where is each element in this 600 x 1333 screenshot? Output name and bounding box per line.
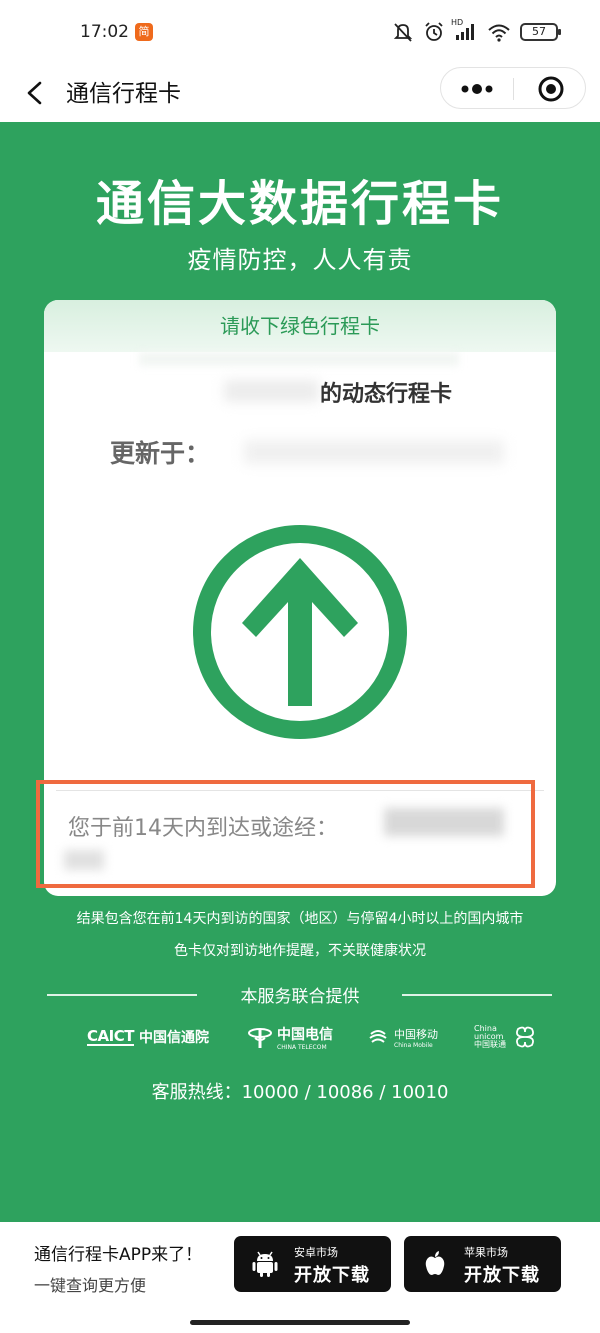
android-download-button[interactable]: 安卓市场 开放下载 bbox=[234, 1236, 391, 1292]
telecom-icon bbox=[248, 1028, 272, 1048]
android-icon bbox=[252, 1251, 278, 1277]
miniapp-capsule bbox=[440, 67, 586, 109]
app-badge-icon: 简 bbox=[135, 23, 153, 41]
android-download-label: 开放下载 bbox=[294, 1265, 370, 1286]
promo-title: 通信行程卡APP来了！ bbox=[34, 1245, 203, 1265]
more-button[interactable] bbox=[441, 68, 513, 110]
caict-mark: CAICT bbox=[87, 1027, 134, 1046]
apple-icon bbox=[425, 1251, 445, 1275]
disclaimer-line-1: 结果包含您在前14天内到访的国家（地区）与停留4小时以上的国内城市 bbox=[76, 911, 524, 927]
home-indicator bbox=[190, 1320, 410, 1325]
signal-icon bbox=[456, 24, 474, 40]
highlight-box bbox=[36, 780, 535, 888]
dynamic-card-label: 的动态行程卡 bbox=[320, 382, 453, 407]
card-header: 请收下绿色行程卡 bbox=[44, 300, 556, 352]
china-telecom-logo: 中国电信 CHINA TELECOM bbox=[248, 1022, 333, 1052]
hotline-text: 客服热线：10000 / 10086 / 10010 bbox=[151, 1082, 449, 1103]
china-unicom-logo: China unicom中国联通 bbox=[474, 1022, 537, 1052]
close-target-icon bbox=[538, 76, 564, 102]
status-time: 17:02 bbox=[80, 22, 129, 42]
up-arrow-circle-icon bbox=[188, 520, 412, 744]
close-miniapp-button[interactable] bbox=[514, 68, 586, 110]
hero-title: 通信大数据行程卡 bbox=[95, 176, 504, 232]
updated-label: 更新于： bbox=[110, 439, 211, 468]
nav-bar: 通信行程卡 bbox=[0, 64, 600, 122]
blurred-number bbox=[224, 380, 319, 402]
caict-name: 中国信通院 bbox=[138, 1030, 209, 1046]
back-button[interactable] bbox=[20, 76, 50, 110]
mobile-name: 中国移动 bbox=[394, 1027, 438, 1041]
telecom-name: 中国电信 bbox=[277, 1026, 333, 1043]
blurred-timestamp bbox=[244, 440, 504, 464]
promo-subtitle: 一键查询更方便 bbox=[34, 1276, 147, 1295]
divider-right bbox=[402, 994, 552, 996]
apple-download-button[interactable]: 苹果市场 开放下载 bbox=[404, 1236, 561, 1292]
hero-subtitle: 疫情防控，人人有责 bbox=[187, 246, 413, 274]
battery-indicator: 57 bbox=[520, 23, 561, 41]
wifi-icon bbox=[488, 24, 510, 42]
apple-store-label: 苹果市场 bbox=[464, 1246, 508, 1259]
mobile-en: China Mobile bbox=[394, 1041, 433, 1049]
mute-bell-icon bbox=[393, 23, 413, 42]
status-icons: 57 bbox=[392, 18, 561, 46]
android-store-label: 安卓市场 bbox=[294, 1246, 338, 1259]
status-bar: 17:02 简 HD 57 bbox=[0, 0, 600, 64]
mobile-icon bbox=[369, 1030, 387, 1043]
alarm-icon bbox=[425, 22, 443, 41]
blurred-phone bbox=[139, 352, 459, 366]
apple-download-label: 开放下载 bbox=[464, 1265, 540, 1286]
china-mobile-logo: 中国移动 China Mobile bbox=[367, 1022, 438, 1052]
more-dots-icon bbox=[461, 84, 493, 94]
unicom-knot-icon bbox=[516, 1026, 534, 1048]
telecom-en: CHINA TELECOM bbox=[277, 1043, 327, 1051]
main-content: 通信大数据行程卡 疫情防控，人人有责 请收下绿色行程卡 的动态行程卡 更新于： … bbox=[0, 122, 600, 1222]
page-title: 通信行程卡 bbox=[66, 81, 181, 107]
caict-logo: CAICT 中国信通院 bbox=[87, 1022, 209, 1052]
download-bar: 通信行程卡APP来了！ 一键查询更方便 安卓市场 开放下载 苹果市场 开放下载 bbox=[0, 1222, 600, 1333]
unicom-name: China unicom中国联通 bbox=[474, 1024, 506, 1049]
back-arrow-icon bbox=[27, 81, 42, 105]
disclaimer-line-2: 色卡仅对到访地作提醒，不关联健康状况 bbox=[174, 943, 426, 959]
